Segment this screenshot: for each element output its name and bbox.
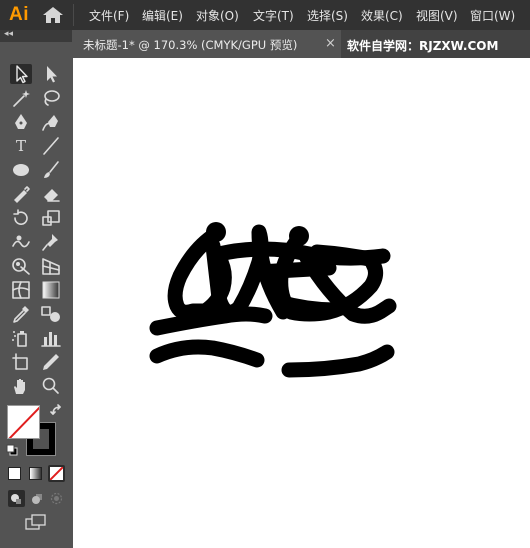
draw-inside-icon[interactable] — [48, 490, 65, 507]
menu-view[interactable]: 视图(V) — [416, 7, 458, 24]
blend-tool-icon[interactable] — [40, 304, 62, 324]
app-logo: Ai — [9, 4, 29, 25]
type-tool-icon[interactable]: T — [10, 136, 32, 156]
collapse-toolbox-icon[interactable]: ◂◂ — [4, 29, 13, 39]
zoom-tool-icon[interactable] — [40, 376, 62, 396]
fill-swatch[interactable] — [7, 405, 40, 439]
paintbrush-icon[interactable] — [40, 160, 62, 180]
line-segment-icon[interactable] — [40, 136, 62, 156]
none-slash-icon — [8, 406, 39, 438]
gradient-tool-icon[interactable] — [40, 280, 62, 300]
mesh-tool-icon[interactable] — [10, 280, 32, 300]
artboard-tool-icon[interactable] — [10, 352, 32, 372]
swap-fill-stroke-icon[interactable] — [50, 404, 64, 418]
watermark-text: 软件自学网：RJZXW.COM — [347, 39, 499, 53]
menu-object[interactable]: 对象(O) — [196, 7, 239, 24]
document-tab-title: 未标题-1* @ 170.3% (CMYK/GPU 预览) — [83, 38, 298, 52]
close-tab-icon[interactable]: × — [325, 36, 336, 51]
menu-divider — [73, 4, 74, 26]
curvature-tool-icon[interactable] — [40, 112, 62, 132]
puppet-warp-icon[interactable] — [40, 232, 62, 252]
ellipse-tool-icon[interactable] — [10, 160, 32, 180]
menu-window[interactable]: 窗口(W) — [470, 7, 515, 24]
eraser-icon[interactable] — [40, 184, 62, 204]
menu-effect[interactable]: 效果(C) — [361, 7, 403, 24]
document-tab[interactable]: 未标题-1* @ 170.3% (CMYK/GPU 预览) × — [73, 30, 341, 58]
pen-tool-icon[interactable] — [10, 112, 32, 132]
lasso-icon[interactable] — [40, 88, 62, 108]
screen-mode-icon[interactable] — [24, 513, 48, 531]
magic-wand-icon[interactable] — [10, 88, 32, 108]
menu-edit[interactable]: 编辑(E) — [142, 7, 183, 24]
default-fill-stroke-icon[interactable] — [6, 444, 18, 456]
column-graph-icon[interactable] — [40, 328, 62, 348]
slice-tool-icon[interactable] — [40, 352, 62, 372]
calligraphy-artwork[interactable] — [73, 58, 530, 548]
selection-tool-icon[interactable] — [10, 64, 32, 84]
rotate-tool-icon[interactable] — [10, 208, 32, 228]
perspective-grid-icon[interactable] — [40, 256, 62, 276]
draw-behind-icon[interactable] — [29, 490, 46, 507]
hand-tool-icon[interactable] — [10, 376, 32, 396]
shaper-tool-icon[interactable] — [10, 184, 32, 204]
direct-selection-tool-icon[interactable] — [40, 64, 62, 84]
menu-file[interactable]: 文件(F) — [89, 7, 129, 24]
shape-builder-icon[interactable] — [10, 256, 32, 276]
draw-normal-icon[interactable] — [8, 490, 25, 507]
symbol-sprayer-icon[interactable] — [10, 328, 32, 348]
warp-tool-icon[interactable] — [10, 232, 32, 252]
color-mode-button[interactable] — [8, 467, 21, 480]
none-mode-button[interactable] — [48, 465, 65, 482]
home-icon[interactable] — [42, 6, 64, 24]
menu-type[interactable]: 文字(T) — [253, 7, 294, 24]
menu-select[interactable]: 选择(S) — [307, 7, 348, 24]
scale-tool-icon[interactable] — [40, 208, 62, 228]
menu-bar: Ai 文件(F) 编辑(E) 对象(O) 文字(T) 选择(S) 效果(C) 视… — [0, 0, 530, 30]
eyedropper-icon[interactable] — [10, 304, 32, 324]
gradient-mode-button[interactable] — [29, 467, 42, 480]
